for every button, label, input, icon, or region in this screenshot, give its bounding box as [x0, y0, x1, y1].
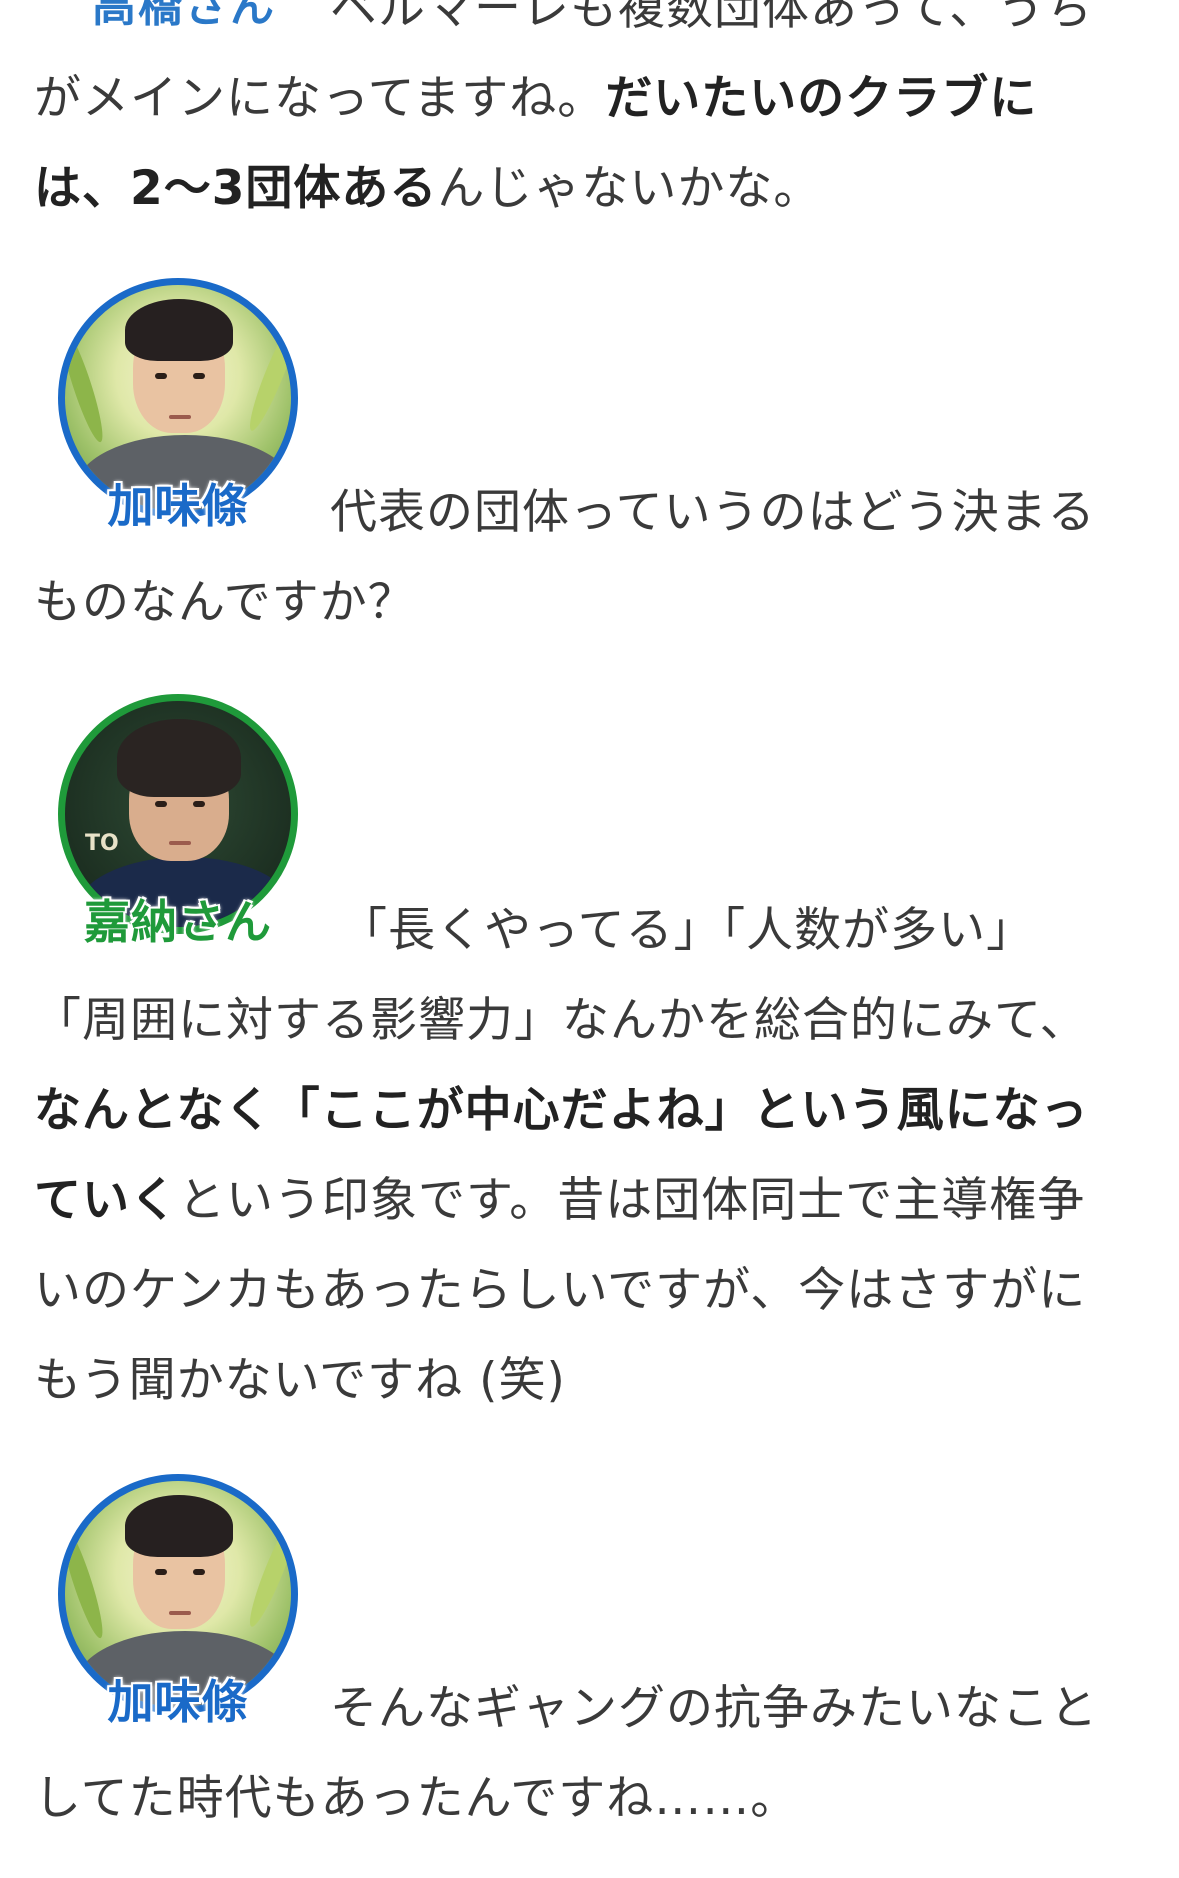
speaker-name-takahashi: 高橋さん	[92, 0, 276, 32]
speaker-name: 加味條	[107, 1675, 249, 1729]
paragraph-bold-text: なんとなく「ここが中心だよね」という風になっ	[34, 1083, 1089, 1138]
background-logo-text: TO	[85, 831, 119, 856]
paragraph-bold-text: だいたいのクラブに	[605, 71, 1038, 126]
paragraph-bold-text: は、2〜3団体ある	[34, 161, 438, 216]
paragraph-line: 「長くやってる」「人数が多い」	[340, 903, 1035, 958]
speaker-name: 嘉納さん	[84, 895, 272, 949]
paragraph-text: んじゃないかな。	[437, 161, 822, 216]
speaker-avatar-block: 加味條	[58, 1474, 298, 1729]
article-body: 高橋さん ベルマーレも複数団体あって、うち がメインになってますね。だいたいのク…	[0, 0, 1179, 1878]
paragraph-bold-text: ていく	[34, 1173, 178, 1228]
paragraph-line: もう聞かないですね (笑)	[34, 1353, 566, 1408]
paragraph-text: という印象です。昔は団体同士で主導権争	[178, 1173, 1086, 1228]
paragraph-line: 「周囲に対する影響力」なんかを総合的にみて、	[34, 993, 1088, 1048]
paragraph: なんとなく「ここが中心だよね」という風になっ	[34, 1066, 1144, 1156]
paragraph: は、2〜3団体あるんじゃないかな。	[34, 144, 1144, 234]
paragraph: がメインになってますね。だいたいのクラブに	[34, 54, 1144, 144]
paragraph-line: いのケンカもあったらしいですが、今はさすがに	[34, 1263, 1087, 1318]
speaker-name: 加味條	[107, 479, 249, 533]
paragraph-line: ものなんですか？	[34, 575, 416, 630]
paragraph-line: ベルマーレも複数団体あって、うち	[330, 0, 1094, 36]
paragraph-line: してた時代もあったんですね……。	[34, 1771, 799, 1826]
speaker-avatar-block: TO 嘉納さん	[58, 694, 298, 949]
paragraph: ていくという印象です。昔は団体同士で主導権争	[34, 1156, 1144, 1246]
paragraph-line: 代表の団体っていうのはどう決まる	[330, 485, 1096, 540]
paragraph-line: そんなギャングの抗争みたいなこと	[330, 1681, 1098, 1736]
speaker-avatar-block: 加味條	[58, 278, 298, 533]
paragraph-text: がメインになってますね。	[34, 71, 606, 126]
